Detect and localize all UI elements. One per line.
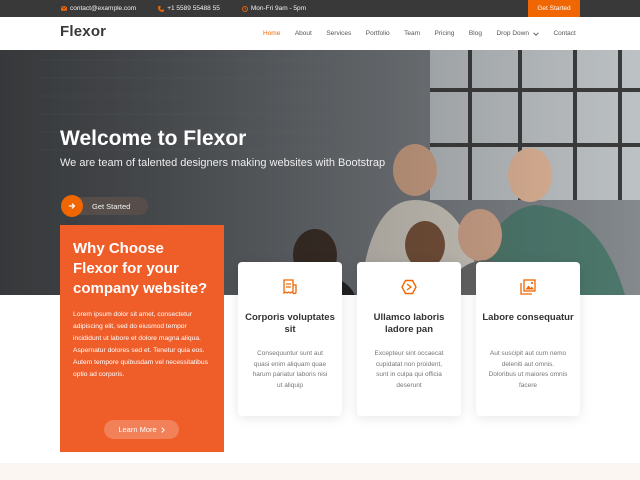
feature-card: Corporis voluptates sit Consequuntur sun… xyxy=(238,262,342,416)
feature-card-title: Ullamco laboris ladore pan xyxy=(373,312,445,335)
clock-icon xyxy=(241,5,248,12)
feature-card-text: Aut suscipit aut cum nemo deleniti aut o… xyxy=(488,350,568,390)
hours-text: Mon-Fri 9am - 5pm xyxy=(250,5,307,12)
hero-subtitle: We are team of talented designers making… xyxy=(60,157,386,169)
nav-dropdown-label: Drop Down xyxy=(496,30,529,37)
chevron-down-icon xyxy=(533,31,539,36)
nav-pricing[interactable]: Pricing xyxy=(435,30,455,37)
arrow-right-icon xyxy=(61,195,83,217)
site-logo[interactable]: Flexor xyxy=(60,23,106,40)
feature-card-title: Corporis voluptates sit xyxy=(245,312,335,335)
learn-more-label: Learn More xyxy=(118,425,157,434)
nav-services[interactable]: Services xyxy=(326,30,351,37)
topbar-get-started-button[interactable]: Get Started xyxy=(528,0,580,17)
email-text: contact@example.com xyxy=(70,5,137,12)
contact-info: contact@example.com +1 5589 55488 55 Mon… xyxy=(61,0,328,17)
feature-card-text: Excepteur sint occaecat cupidatat non pr… xyxy=(374,350,444,390)
receipt-icon xyxy=(283,279,297,295)
nav-team[interactable]: Team xyxy=(404,30,420,37)
site-header: Flexor Home About Services Portfolio Tea… xyxy=(0,17,640,50)
phone-text: +1 5589 55488 55 xyxy=(167,5,220,12)
phone-icon xyxy=(158,5,165,12)
hero-get-started-label: Get Started xyxy=(72,197,148,215)
feature-card: Ullamco laboris ladore pan Excepteur sin… xyxy=(357,262,461,416)
feature-card-title: Labore consequatur xyxy=(482,312,574,323)
images-icon xyxy=(520,279,536,295)
why-title: Why Choose Flexor for your company websi… xyxy=(73,240,208,297)
feature-card: Labore consequatur Aut suscipit aut cum … xyxy=(476,262,580,416)
phone-item[interactable]: +1 5589 55488 55 xyxy=(158,5,231,12)
nav-about[interactable]: About xyxy=(295,30,312,37)
nav-dropdown[interactable]: Drop Down xyxy=(496,30,539,37)
envelope-icon xyxy=(61,6,67,11)
top-bar: contact@example.com +1 5589 55488 55 Mon… xyxy=(0,0,640,17)
next-section-strip xyxy=(0,463,640,480)
learn-more-button[interactable]: Learn More xyxy=(104,420,179,439)
main-nav: Home About Services Portfolio Team Prici… xyxy=(263,17,576,50)
chevron-right-icon xyxy=(161,426,165,433)
cube-icon xyxy=(401,279,417,295)
nav-home[interactable]: Home xyxy=(263,30,280,37)
nav-contact[interactable]: Contact xyxy=(553,30,575,37)
nav-portfolio[interactable]: Portfolio xyxy=(366,30,390,37)
why-text: Lorem ipsum dolor sit amet, consectetur … xyxy=(73,311,208,378)
why-choose-box: Why Choose Flexor for your company websi… xyxy=(60,225,224,452)
hero-get-started-button[interactable]: Get Started xyxy=(61,195,148,217)
email-item[interactable]: contact@example.com xyxy=(61,5,147,12)
nav-blog[interactable]: Blog xyxy=(469,30,482,37)
hours-item: Mon-Fri 9am - 5pm xyxy=(241,5,317,12)
hero-title: Welcome to Flexor xyxy=(60,127,247,150)
feature-card-text: Consequuntur sunt aut quasi enim aliquam… xyxy=(252,350,328,390)
